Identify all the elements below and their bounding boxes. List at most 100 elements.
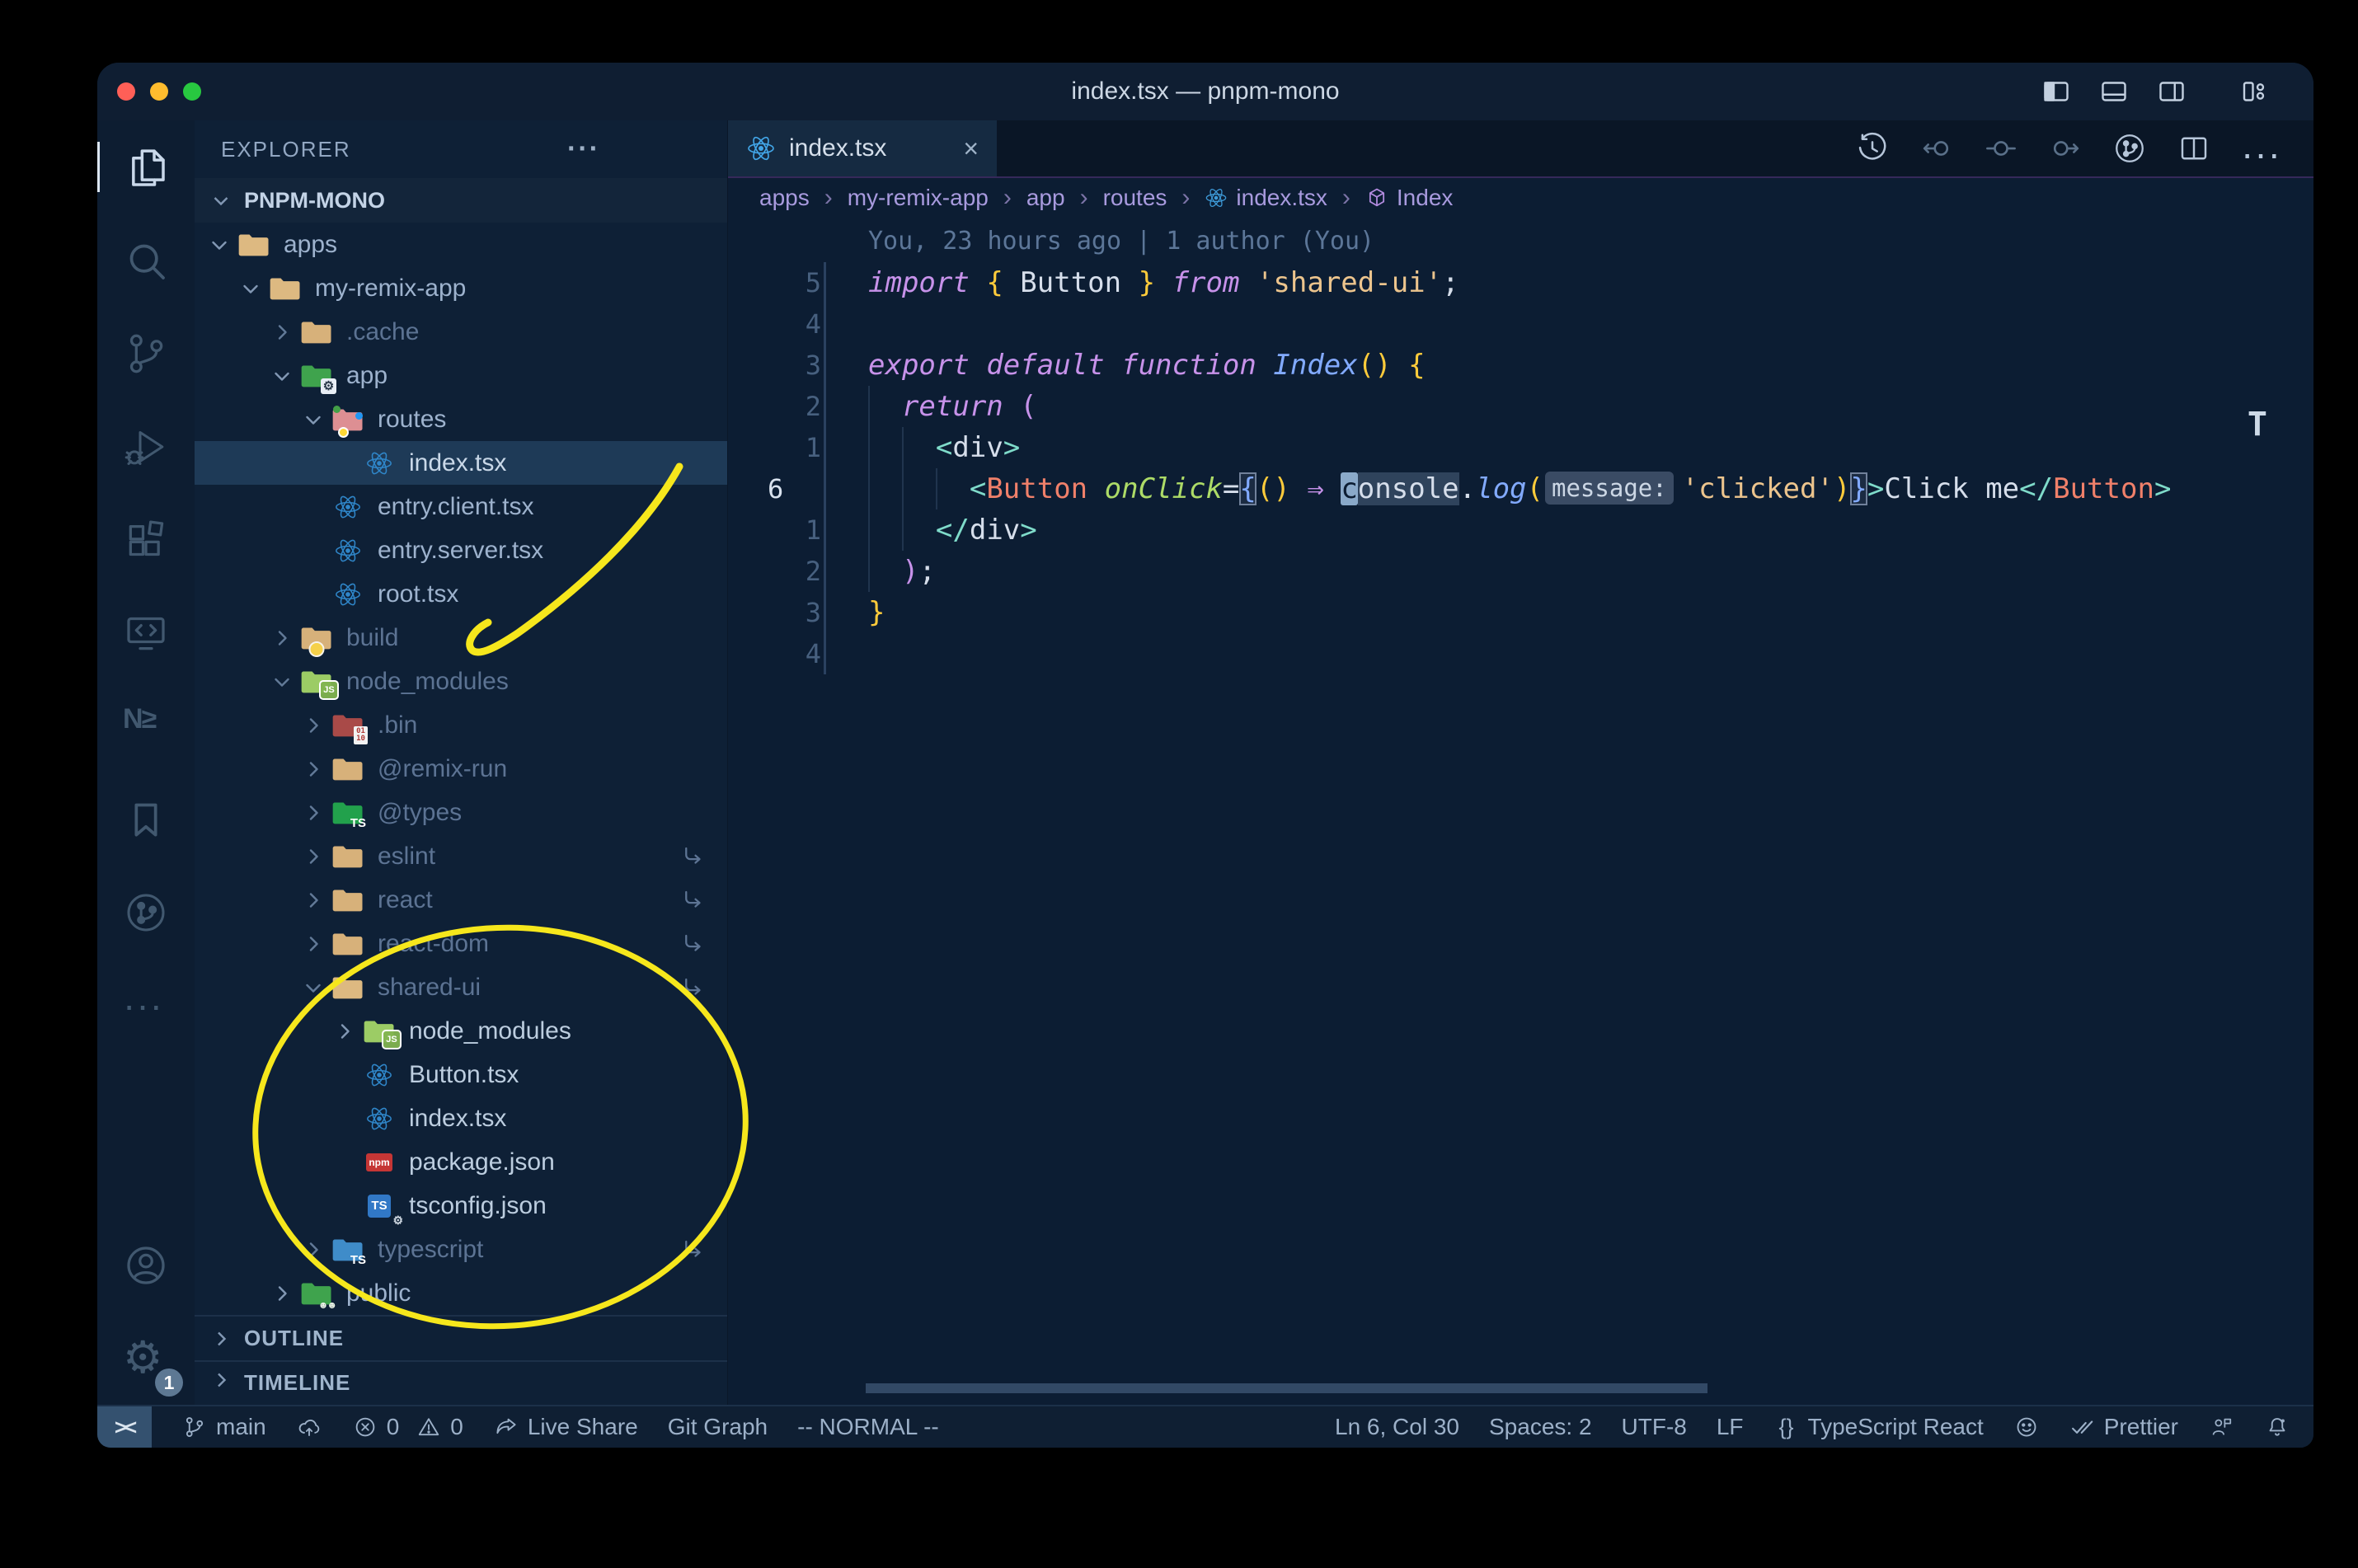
- status-cursor-position[interactable]: Ln 6, Col 30: [1335, 1406, 1459, 1448]
- tree-item-entry-server-tsx[interactable]: entry.server.tsx: [195, 528, 727, 572]
- breadcrumb-item-apps[interactable]: apps: [759, 185, 810, 211]
- tree-item-entry-client-tsx[interactable]: entry.client.tsx: [195, 485, 727, 528]
- activity-gitlens-icon[interactable]: [97, 866, 195, 959]
- status-git-branch[interactable]: main: [181, 1406, 266, 1448]
- tree-item-button-tsx[interactable]: Button.tsx: [195, 1053, 727, 1096]
- more-actions-icon[interactable]: ···: [2241, 131, 2280, 175]
- chevron-right-icon[interactable]: [297, 890, 330, 910]
- code-line[interactable]: 5 import { Button } from 'shared-ui';: [728, 262, 2313, 303]
- status-problems[interactable]: 00: [352, 1406, 463, 1448]
- activity-accounts-icon[interactable]: [97, 1218, 195, 1312]
- status-notifications[interactable]: [2264, 1406, 2290, 1448]
- gitlens-graph-icon[interactable]: [2112, 131, 2147, 166]
- horizontal-scrollbar[interactable]: [866, 1383, 1707, 1393]
- chevron-down-icon[interactable]: [203, 235, 236, 255]
- chevron-right-icon[interactable]: [297, 759, 330, 779]
- toggle-secondary-sidebar-icon[interactable]: [2155, 77, 2188, 106]
- code-line[interactable]: 2 );: [728, 551, 2313, 592]
- close-tab-icon[interactable]: ×: [963, 134, 979, 164]
- status-remote-indicator[interactable]: ><: [97, 1406, 152, 1448]
- code-line[interactable]: 4: [728, 303, 2313, 345]
- tree-item-build[interactable]: build: [195, 616, 727, 660]
- tree-item--cache[interactable]: .cache: [195, 310, 727, 354]
- chevron-down-icon[interactable]: [265, 672, 298, 692]
- toggle-primary-sidebar-icon[interactable]: [2040, 77, 2073, 106]
- tree-item-react[interactable]: react: [195, 878, 727, 922]
- timeline-history-icon[interactable]: [1855, 131, 1890, 166]
- tree-item-root-tsx[interactable]: root.tsx: [195, 572, 727, 616]
- activity-settings-icon[interactable]: ⚙ 1: [97, 1312, 195, 1405]
- status-feedback[interactable]: [2208, 1406, 2234, 1448]
- chevron-right-icon[interactable]: [265, 628, 298, 648]
- activity-source-control-icon[interactable]: [97, 307, 195, 400]
- tree-item-index-tsx[interactable]: index.tsx: [195, 1096, 727, 1140]
- breadcrumb-item-app[interactable]: app: [1026, 185, 1065, 211]
- chevron-right-icon[interactable]: [297, 934, 330, 954]
- close-window-button[interactable]: [117, 82, 135, 101]
- tree-item-tsconfig-json[interactable]: TS ⚙ tsconfig.json: [195, 1184, 727, 1228]
- tree-item-index-tsx[interactable]: index.tsx: [195, 441, 727, 485]
- code-line[interactable]: 1 <div>: [728, 427, 2313, 468]
- activity-remote-explorer-icon[interactable]: [97, 586, 195, 679]
- tree-item-typescript[interactable]: TS typescript: [195, 1228, 727, 1271]
- status-formatter-prettier[interactable]: Prettier: [2069, 1406, 2178, 1448]
- activity-explorer-icon[interactable]: [97, 120, 195, 214]
- tab-index-tsx[interactable]: index.tsx ×: [728, 120, 997, 176]
- breadcrumb-item-my-remix-app[interactable]: my-remix-app: [848, 185, 989, 211]
- tree-item-react-dom[interactable]: react-dom: [195, 922, 727, 965]
- tree-item-public[interactable]: ☻☻ public: [195, 1271, 727, 1315]
- activity-run-and-debug-icon[interactable]: [97, 400, 195, 493]
- tree-item--bin[interactable]: 01 10 .bin: [195, 703, 727, 747]
- chevron-down-icon[interactable]: [297, 410, 330, 430]
- status-git-graph[interactable]: Git Graph: [668, 1406, 768, 1448]
- tree-item-node-modules[interactable]: JS node_modules: [195, 660, 727, 703]
- minimize-window-button[interactable]: [150, 82, 168, 101]
- activity-bookmarks-icon[interactable]: [97, 772, 195, 866]
- toggle-panel-icon[interactable]: [2097, 77, 2130, 106]
- chevron-right-icon[interactable]: [265, 322, 298, 342]
- code-line[interactable]: 6 <Button onClick={() ⇒ console.log(mess…: [728, 468, 2313, 509]
- status-copilot[interactable]: [2013, 1406, 2040, 1448]
- tree-item-my-remix-app[interactable]: my-remix-app: [195, 266, 727, 310]
- activity-nx-console-icon[interactable]: N≥: [97, 679, 195, 772]
- breadcrumb-item-index-tsx[interactable]: index.tsx: [1205, 185, 1327, 211]
- status-indentation[interactable]: Spaces: 2: [1489, 1406, 1592, 1448]
- chevron-right-icon[interactable]: [297, 803, 330, 823]
- activity-more-views-icon[interactable]: ···: [97, 959, 195, 1052]
- code-line[interactable]: 1 </div>: [728, 509, 2313, 551]
- chevron-down-icon[interactable]: [265, 366, 298, 386]
- tree-item--remix-run[interactable]: @remix-run: [195, 747, 727, 791]
- status-sync-changes[interactable]: [296, 1406, 322, 1448]
- chevron-down-icon[interactable]: [297, 978, 330, 998]
- code-editor[interactable]: You, 23 hours ago | 1 author (You) 5 impor…: [728, 218, 2313, 1405]
- code-line[interactable]: 3}: [728, 592, 2313, 633]
- tree-item-node-modules[interactable]: JS node_modules: [195, 1009, 727, 1053]
- code-line[interactable]: 2 return (: [728, 386, 2313, 427]
- workspace-section-header[interactable]: PNPM-MONO: [195, 178, 727, 223]
- tree-item-package-json[interactable]: npm package.json: [195, 1140, 727, 1184]
- tree-item-routes[interactable]: routes: [195, 397, 727, 441]
- code-line[interactable]: 3 export default function Index() {: [728, 345, 2313, 386]
- chevron-right-icon[interactable]: [328, 1021, 361, 1041]
- activity-search-icon[interactable]: [97, 214, 195, 307]
- breadcrumb-item-index[interactable]: Index: [1365, 185, 1453, 211]
- chevron-right-icon[interactable]: [297, 716, 330, 735]
- tree-item-eslint[interactable]: eslint: [195, 834, 727, 878]
- chevron-right-icon[interactable]: [297, 1240, 330, 1260]
- customize-layout-icon[interactable]: [2238, 77, 2271, 106]
- status-vim-mode[interactable]: -- NORMAL --: [797, 1406, 939, 1448]
- status-live-share[interactable]: Live Share: [493, 1406, 638, 1448]
- split-editor-icon[interactable]: [2177, 131, 2211, 166]
- chevron-down-icon[interactable]: [234, 279, 267, 298]
- chevron-right-icon[interactable]: [265, 1284, 298, 1303]
- gitlens-next-change-icon[interactable]: [2048, 131, 2083, 166]
- code-line[interactable]: 4: [728, 633, 2313, 674]
- status-encoding[interactable]: UTF-8: [1622, 1406, 1687, 1448]
- breadcrumb-item-routes[interactable]: routes: [1103, 185, 1167, 211]
- chevron-right-icon[interactable]: [297, 847, 330, 866]
- status-language-mode[interactable]: {} TypeScript React: [1773, 1406, 1984, 1448]
- tree-item-app[interactable]: ⚙ app: [195, 354, 727, 397]
- gitlens-changes-icon[interactable]: [1984, 131, 2018, 166]
- activity-extensions-icon[interactable]: [97, 493, 195, 586]
- gitlens-previous-change-icon[interactable]: [1919, 131, 1954, 166]
